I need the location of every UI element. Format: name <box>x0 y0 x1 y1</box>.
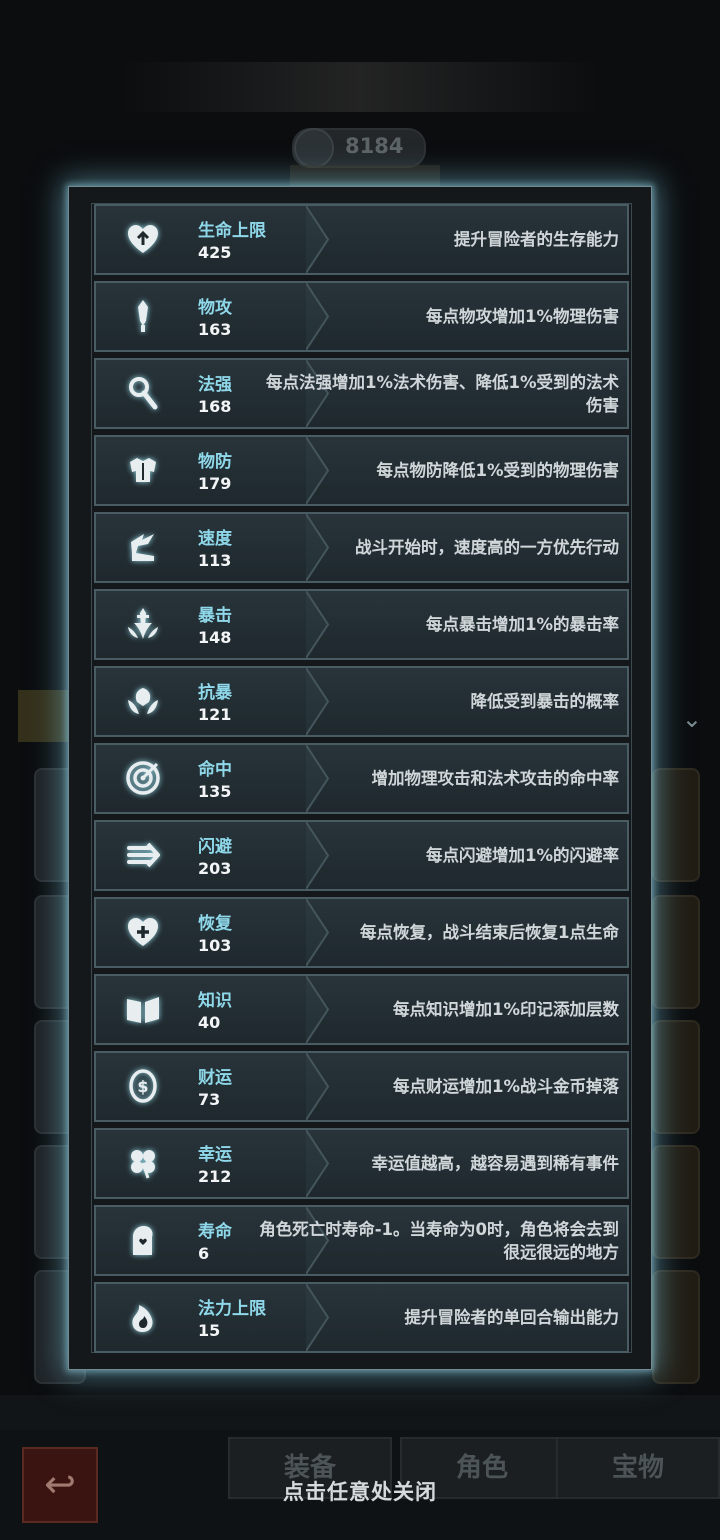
stat-name: 知识 <box>198 991 232 1011</box>
background-power-value: 8184 <box>345 134 404 158</box>
stat-value: 163 <box>198 320 232 339</box>
crit-shield-icon <box>124 682 162 720</box>
stats-list: 生命上限 425 提升冒险者的生存能力物攻 163 每点物攻增加1%物理伤害法强 168 每… <box>91 203 632 1353</box>
stat-value: 15 <box>198 1321 221 1340</box>
stat-description: 降低受到暴击的概率 <box>470 692 620 711</box>
stat-row: 法强 168 每点法强增加1%法术伤害、降低1%受到的法术伤害 <box>94 358 629 429</box>
stat-description: 每点知识增加1%印记添加层数 <box>392 1000 619 1019</box>
stat-value: 168 <box>198 397 232 416</box>
stat-value: 40 <box>198 1013 221 1032</box>
background-tile <box>652 768 700 882</box>
background-tile <box>652 1145 700 1259</box>
stat-value: 212 <box>198 1167 232 1186</box>
stat-name: 幸运 <box>198 1145 232 1165</box>
stat-row: 闪避 203 每点闪避增加1%的闪避率 <box>94 820 629 891</box>
power-icon <box>294 128 334 168</box>
sword-icon <box>124 297 162 335</box>
stat-description: 每点物攻增加1%物理伤害 <box>425 307 619 326</box>
stat-description: 提升冒险者的生存能力 <box>454 230 619 249</box>
stat-description: 每点恢复，战斗结束后恢复1点生命 <box>360 923 619 942</box>
winged-boot-icon <box>124 528 162 566</box>
stat-name: 生命上限 <box>198 221 266 241</box>
svg-text:$: $ <box>137 1077 148 1096</box>
stat-name: 闪避 <box>198 837 232 857</box>
close-hint[interactable]: 点击任意处关闭 <box>0 1476 720 1506</box>
stat-row: 物攻 163 每点物攻增加1%物理伤害 <box>94 281 629 352</box>
clover-icon <box>124 1144 162 1182</box>
stat-value: 179 <box>198 474 232 493</box>
stat-row: 幸运 212 幸运值越高，越容易遇到稀有事件 <box>94 1128 629 1199</box>
stat-description: 每点法强增加1%法术伤害、降低1%受到的法术伤害 <box>265 372 619 415</box>
staff-icon <box>124 374 162 412</box>
stat-row: 暴击 148 每点暴击增加1%的暴击率 <box>94 589 629 660</box>
heart-up-icon <box>124 220 162 258</box>
stat-name: 物攻 <box>198 298 232 318</box>
stat-description: 幸运值越高，越容易遇到稀有事件 <box>371 1154 620 1173</box>
stat-name: 恢复 <box>198 914 232 934</box>
stats-popup-panel: 生命上限 425 提升冒险者的生存能力物攻 163 每点物攻增加1%物理伤害法强 168 每… <box>68 186 652 1370</box>
stat-value: 103 <box>198 936 232 955</box>
stat-description: 每点物防降低1%受到的物理伤害 <box>376 461 619 480</box>
target-icon <box>124 759 162 797</box>
stat-name: 暴击 <box>198 606 232 626</box>
stat-description: 增加物理攻击和法术攻击的命中率 <box>371 769 620 788</box>
stat-row: $ 财运 73 每点财运增加1%战斗金币掉落 <box>94 1051 629 1122</box>
armor-icon <box>124 451 162 489</box>
stat-name: 法强 <box>198 375 232 395</box>
stat-row: 抗暴 121 降低受到暴击的概率 <box>94 666 629 737</box>
stat-value: 73 <box>198 1090 221 1109</box>
chevron-down-icon: ⌄ <box>681 705 702 733</box>
stat-row: 速度 113 战斗开始时，速度高的一方优先行动 <box>94 512 629 583</box>
stat-row: 生命上限 425 提升冒险者的生存能力 <box>94 204 629 275</box>
dodge-arrow-icon <box>124 836 162 874</box>
stat-name: 法力上限 <box>198 1299 266 1319</box>
stat-description: 每点暴击增加1%的暴击率 <box>425 615 619 634</box>
mana-flame-icon <box>124 1298 162 1336</box>
stat-value: 425 <box>198 243 232 262</box>
stat-row: 物防 179 每点物防降低1%受到的物理伤害 <box>94 435 629 506</box>
stat-row: 命中 135 增加物理攻击和法术攻击的命中率 <box>94 743 629 814</box>
stat-description: 角色死亡时寿命-1。当寿命为0时，角色将会去到很远很远的地方 <box>259 1219 619 1262</box>
stat-value: 113 <box>198 551 232 570</box>
book-icon <box>124 990 162 1028</box>
background-tile <box>652 1020 700 1134</box>
stat-description: 战斗开始时，速度高的一方优先行动 <box>355 538 619 557</box>
stat-row: 恢复 103 每点恢复，战斗结束后恢复1点生命 <box>94 897 629 968</box>
stat-name: 寿命 <box>198 1222 232 1242</box>
stat-name: 财运 <box>198 1068 232 1088</box>
background-subtitle <box>290 165 440 187</box>
stat-name: 命中 <box>198 760 232 780</box>
heart-plus-icon <box>124 913 162 951</box>
stat-value: 121 <box>198 705 232 724</box>
stat-name: 物防 <box>198 452 232 472</box>
stat-name: 速度 <box>198 529 232 549</box>
stat-value: 148 <box>198 628 232 647</box>
stat-row: 知识 40 每点知识增加1%印记添加层数 <box>94 974 629 1045</box>
background-bottom-strip <box>0 1395 720 1435</box>
stat-value: 203 <box>198 859 232 878</box>
stat-row: 法力上限 15 提升冒险者的单回合输出能力 <box>94 1282 629 1353</box>
stat-description: 每点闪避增加1%的闪避率 <box>425 846 619 865</box>
background-title-bar <box>120 62 600 112</box>
stat-description: 每点财运增加1%战斗金币掉落 <box>392 1077 619 1096</box>
stat-description: 提升冒险者的单回合输出能力 <box>404 1308 620 1327</box>
background-tile <box>652 895 700 1009</box>
crit-sword-icon <box>124 605 162 643</box>
stat-value: 6 <box>198 1244 210 1263</box>
tombstone-icon <box>124 1221 162 1259</box>
stat-name: 抗暴 <box>198 683 232 703</box>
background-tile <box>652 1270 700 1384</box>
stat-row: 寿命 6 角色死亡时寿命-1。当寿命为0时，角色将会去到很远很远的地方 <box>94 1205 629 1276</box>
coin-icon: $ <box>124 1067 162 1105</box>
stat-value: 135 <box>198 782 232 801</box>
